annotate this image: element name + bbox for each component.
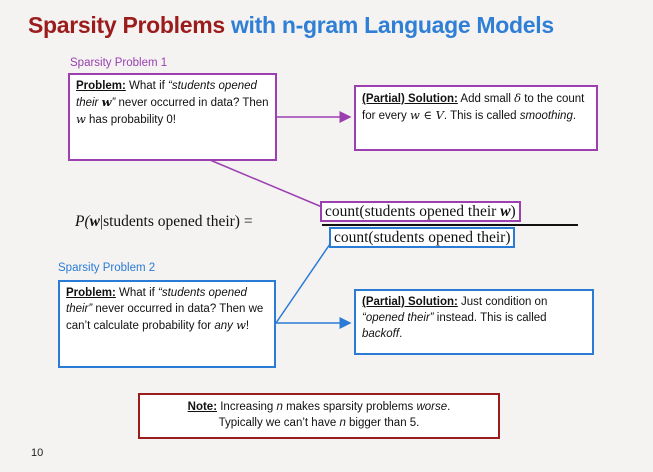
note-box: Note: Increasing n makes sparsity proble… [138,393,500,439]
note-label: Note: [187,401,218,413]
problem-2-label: Problem: [66,287,116,299]
solution-1-label: (Partial) Solution: [362,93,458,105]
solution-2-label: (Partial) Solution: [362,296,458,308]
sparsity-problem-2-heading: Sparsity Problem 2 [58,262,156,274]
problem-2-box: Problem: What if “students opened their”… [58,280,276,368]
formula-lhs: P(w|students opened their) = [75,213,253,230]
formula-denominator: count(students opened their) [329,227,516,248]
line-problem1-to-numerator [209,159,323,208]
solution-2-box: (Partial) Solution: Just condition on “o… [354,289,594,355]
fraction-bar [322,224,578,226]
problem-1-label: Problem: [76,80,126,92]
page-number: 10 [31,447,44,459]
formula-numerator: count(students opened their w) [320,201,521,222]
problem-1-box: Problem: What if “students opened their … [68,73,277,161]
line-problem2-to-denominator [275,243,331,324]
sparsity-problem-1-heading: Sparsity Problem 1 [70,57,168,69]
solution-1-box: (Partial) Solution: Add small δ to the c… [354,85,598,151]
